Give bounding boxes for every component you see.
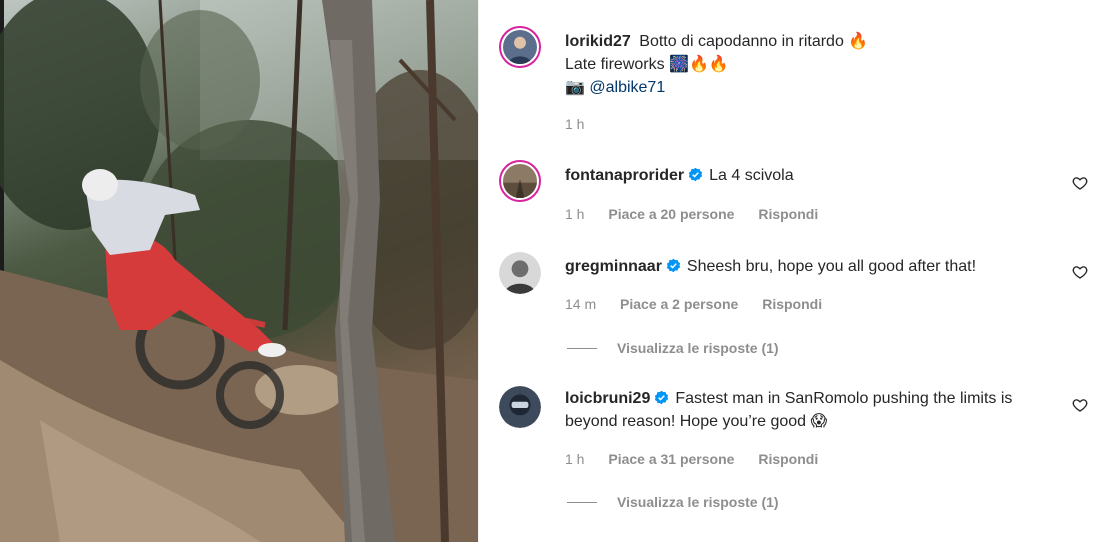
comment-meta: 1 h Piace a 31 persone Rispondi xyxy=(565,451,838,467)
comment-username[interactable]: loicbruni29 xyxy=(565,390,650,407)
comment: loicbruni29 Fastest man in SanRomolo push… xyxy=(565,388,1034,433)
camera-emoji: 📷 xyxy=(565,77,585,96)
view-replies-button[interactable]: Visualizza le risposte (1) xyxy=(567,340,779,356)
avatar[interactable] xyxy=(499,26,541,68)
avatar-image xyxy=(499,386,541,428)
reply-button[interactable]: Rispondi xyxy=(758,206,818,222)
comment-text: Sheesh bru, hope you all good after that… xyxy=(686,258,977,275)
verified-badge-icon xyxy=(666,258,680,273)
replies-divider xyxy=(567,347,597,349)
replies-divider xyxy=(567,501,597,503)
caption-username[interactable]: lorikid27 xyxy=(565,33,631,50)
avatar[interactable] xyxy=(499,160,541,202)
comment-text-line2: beyond reason! Hope you’re good xyxy=(565,413,807,430)
comment-time[interactable]: 14 m xyxy=(565,296,596,312)
fire-emoji: 🔥 xyxy=(848,31,869,50)
caption-meta: 1 h xyxy=(565,116,604,132)
verified-badge-icon xyxy=(689,167,703,182)
comment: fontanaprorider La 4 scivola xyxy=(565,165,1034,187)
likes-count[interactable]: Piace a 2 persone xyxy=(620,296,738,312)
post-video[interactable] xyxy=(0,0,478,542)
likes-count[interactable]: Piace a 31 persone xyxy=(608,451,734,467)
caption-line2: Late fireworks xyxy=(565,56,665,73)
comment-text-line1: Fastest man in SanRomolo pushing the lim… xyxy=(675,390,1013,407)
reply-button[interactable]: Rispondi xyxy=(758,451,818,467)
caption-line1: Botto di capodanno in ritardo xyxy=(639,33,844,50)
comment-text: La 4 scivola xyxy=(709,167,794,184)
verified-badge-icon xyxy=(655,390,669,405)
caption: lorikid27 Botto di capodanno in ritardo … xyxy=(565,30,1034,99)
view-replies-button[interactable]: Visualizza le risposte (1) xyxy=(567,494,779,510)
comments-panel: lorikid27 Botto di capodanno in ritardo … xyxy=(478,0,1103,542)
avatar[interactable] xyxy=(499,386,541,428)
heart-outline-icon[interactable] xyxy=(1072,397,1088,413)
heart-outline-icon[interactable] xyxy=(1072,175,1088,191)
mention-link[interactable]: @albike71 xyxy=(589,79,665,96)
comment: gregminnaar Sheesh bru, hope you all good… xyxy=(565,256,1034,278)
instagram-post-view: lorikid27 Botto di capodanno in ritardo … xyxy=(0,0,1103,542)
comment-username[interactable]: fontanaprorider xyxy=(565,167,684,184)
reply-button[interactable]: Rispondi xyxy=(762,296,822,312)
heart-outline-icon[interactable] xyxy=(1072,264,1088,280)
comment-username[interactable]: gregminnaar xyxy=(565,258,662,275)
comment-meta: 1 h Piace a 20 persone Rispondi xyxy=(565,206,838,222)
likes-count[interactable]: Piace a 20 persone xyxy=(608,206,734,222)
scream-emoji: 😱 xyxy=(810,411,828,430)
caption-time[interactable]: 1 h xyxy=(565,116,584,132)
avatar[interactable] xyxy=(499,252,541,294)
fireworks-emoji: 🎆🔥🔥 xyxy=(669,54,729,73)
view-replies-label: Visualizza le risposte (1) xyxy=(617,494,779,510)
view-replies-label: Visualizza le risposte (1) xyxy=(617,340,779,356)
comment-time[interactable]: 1 h xyxy=(565,451,584,467)
avatar-image xyxy=(503,164,537,198)
comment-meta: 14 m Piace a 2 persone Rispondi xyxy=(565,296,842,312)
comment-time[interactable]: 1 h xyxy=(565,206,584,222)
avatar-image xyxy=(499,252,541,294)
avatar-image xyxy=(503,30,537,64)
forest-trail-scene xyxy=(0,0,478,542)
